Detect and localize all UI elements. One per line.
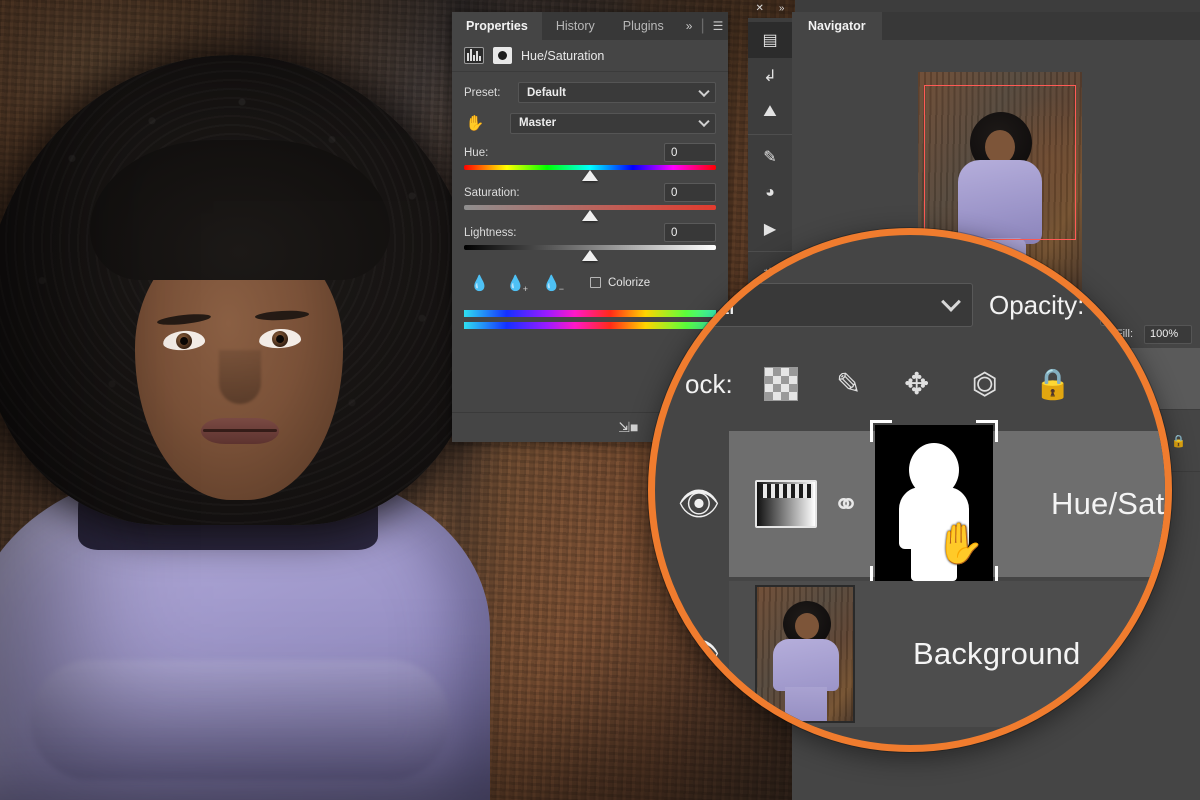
mask-selection-corner	[976, 420, 998, 442]
saturation-slider-thumb[interactable]	[582, 210, 598, 221]
table-row[interactable]: 👁 Background 🔒	[677, 581, 1165, 727]
clip-to-layer-icon[interactable]: ⇲■	[618, 419, 638, 436]
magnifier-content: nal Opacity: 10 ock: ✎ ✥ ⏣ 🔒 Fill: 100%	[655, 235, 1165, 745]
hue-slider-track[interactable]	[464, 165, 716, 181]
properties-tabbar: Properties History Plugins » | ☰	[452, 12, 728, 40]
chevron-down-icon	[698, 115, 710, 128]
layer-name: Background	[913, 636, 1081, 671]
lock-image-pixels-icon[interactable]: ✎	[829, 364, 869, 404]
eyedropper-icon[interactable]: 💧	[470, 273, 489, 292]
link-mask-icon[interactable]: ⚭	[823, 485, 869, 523]
colorize-checkbox-group[interactable]: Colorize	[590, 277, 650, 289]
layer-mask-icon[interactable]	[493, 47, 512, 64]
eyedropper-add-icon[interactable]: 💧 +	[506, 273, 528, 295]
expand-panels-icon[interactable]: »	[779, 3, 785, 14]
layer-name: Hue/Saturation 1	[1051, 486, 1165, 521]
lock-artboard-nesting-icon[interactable]: ⏣	[965, 364, 1005, 404]
chevron-down-icon	[698, 85, 710, 97]
lightness-slider-thumb[interactable]	[582, 250, 598, 261]
preset-select[interactable]: Default	[518, 82, 716, 103]
magnified-lock-row: ock: ✎ ✥ ⏣ 🔒 Fill: 100%	[655, 357, 1165, 411]
lock-all-icon[interactable]: 🔒	[1033, 364, 1073, 404]
photoshop-window: Properties History Plugins » | ☰ Hue/Sat…	[0, 0, 1200, 800]
adjustment-header: Hue/Saturation	[452, 40, 728, 72]
channel-select[interactable]: Master	[510, 112, 716, 134]
channel-row: ✋ Master	[464, 112, 716, 134]
mask-selection-corner	[870, 420, 892, 442]
hue-slider-block: Hue: 0	[464, 143, 716, 181]
lock-icon: 🔒	[1171, 433, 1186, 448]
saturation-label: Saturation:	[464, 186, 520, 199]
lock-transparent-pixels-icon[interactable]	[761, 364, 801, 404]
libraries-icon[interactable]: ⛰	[748, 94, 792, 130]
lock-label: ock:	[685, 368, 733, 399]
blend-mode-select[interactable]: nal	[683, 283, 973, 327]
chevron-double-right-icon[interactable]: »	[686, 19, 693, 33]
magnified-blend-row: nal Opacity: 10	[655, 281, 1165, 329]
saturation-slider-track[interactable]	[464, 205, 716, 221]
opacity-input[interactable]: 10	[1100, 284, 1152, 326]
rail-window-controls: ✕ »	[748, 0, 792, 16]
hue-slider-thumb[interactable]	[582, 170, 598, 181]
background-photo-thumbnail[interactable]	[755, 585, 855, 723]
navigator-view-rectangle[interactable]	[924, 85, 1076, 240]
eyedropper-subtract-sign: −	[558, 284, 564, 294]
magnifier-loupe: nal Opacity: 10 ock: ✎ ✥ ⏣ 🔒 Fill: 100%	[648, 228, 1172, 752]
hue-saturation-icon	[464, 47, 484, 64]
brush-settings-icon[interactable]: ✎	[748, 139, 792, 175]
table-row[interactable]: 👁 ⚭ ✋ Hue/Saturation 1	[677, 420, 1165, 588]
channel-value: Master	[519, 117, 557, 129]
tab-navigator[interactable]: Navigator	[792, 12, 882, 40]
hue-label: Hue:	[464, 146, 489, 159]
tab-history[interactable]: History	[542, 12, 609, 40]
tabbar-divider: |	[700, 17, 705, 34]
adjustment-title: Hue/Saturation	[521, 48, 605, 63]
opacity-label: Opacity:	[989, 289, 1085, 320]
colorize-label: Colorize	[608, 276, 651, 289]
rail-group-1: ▤ ↲ ⛰	[748, 18, 792, 135]
actions-icon[interactable]: ↲	[748, 58, 792, 94]
blend-mode-value: nal	[700, 289, 735, 320]
hamburger-menu-icon[interactable]: ☰	[713, 19, 724, 33]
chevron-down-icon	[941, 292, 961, 312]
layer-mask-thumbnail[interactable]: ✋	[870, 420, 998, 588]
adjustments-icon[interactable]: ▤	[748, 22, 792, 58]
eyedropper-add-sign: +	[522, 284, 528, 294]
on-image-adjust-hand-icon[interactable]: ✋	[464, 112, 486, 134]
close-icon[interactable]: ✕	[756, 3, 764, 14]
color-swatches-icon[interactable]: ◕	[748, 175, 792, 211]
hand-cursor-icon: ✋	[935, 522, 985, 566]
hue-saturation-thumbnail-icon[interactable]	[755, 480, 817, 528]
eyedropper-subtract-icon[interactable]: 💧 −	[542, 273, 564, 295]
saturation-slider-block: Saturation: 0	[464, 183, 716, 221]
saturation-value-input[interactable]: 0	[664, 183, 716, 202]
tab-plugins[interactable]: Plugins	[609, 12, 678, 40]
eye-icon[interactable]: 👁	[671, 634, 727, 674]
colorize-checkbox[interactable]	[590, 277, 601, 288]
tab-properties[interactable]: Properties	[452, 12, 542, 40]
eye-icon[interactable]: 👁	[671, 484, 727, 524]
navigator-tabbar: Navigator	[792, 12, 1200, 40]
preset-label: Preset:	[464, 86, 501, 99]
hue-value-input[interactable]: 0	[664, 143, 716, 162]
lightness-label: Lightness:	[464, 226, 517, 239]
preset-value: Default	[527, 86, 566, 99]
lock-position-icon[interactable]: ✥	[897, 364, 937, 404]
preset-row: Preset: Default	[464, 82, 716, 103]
